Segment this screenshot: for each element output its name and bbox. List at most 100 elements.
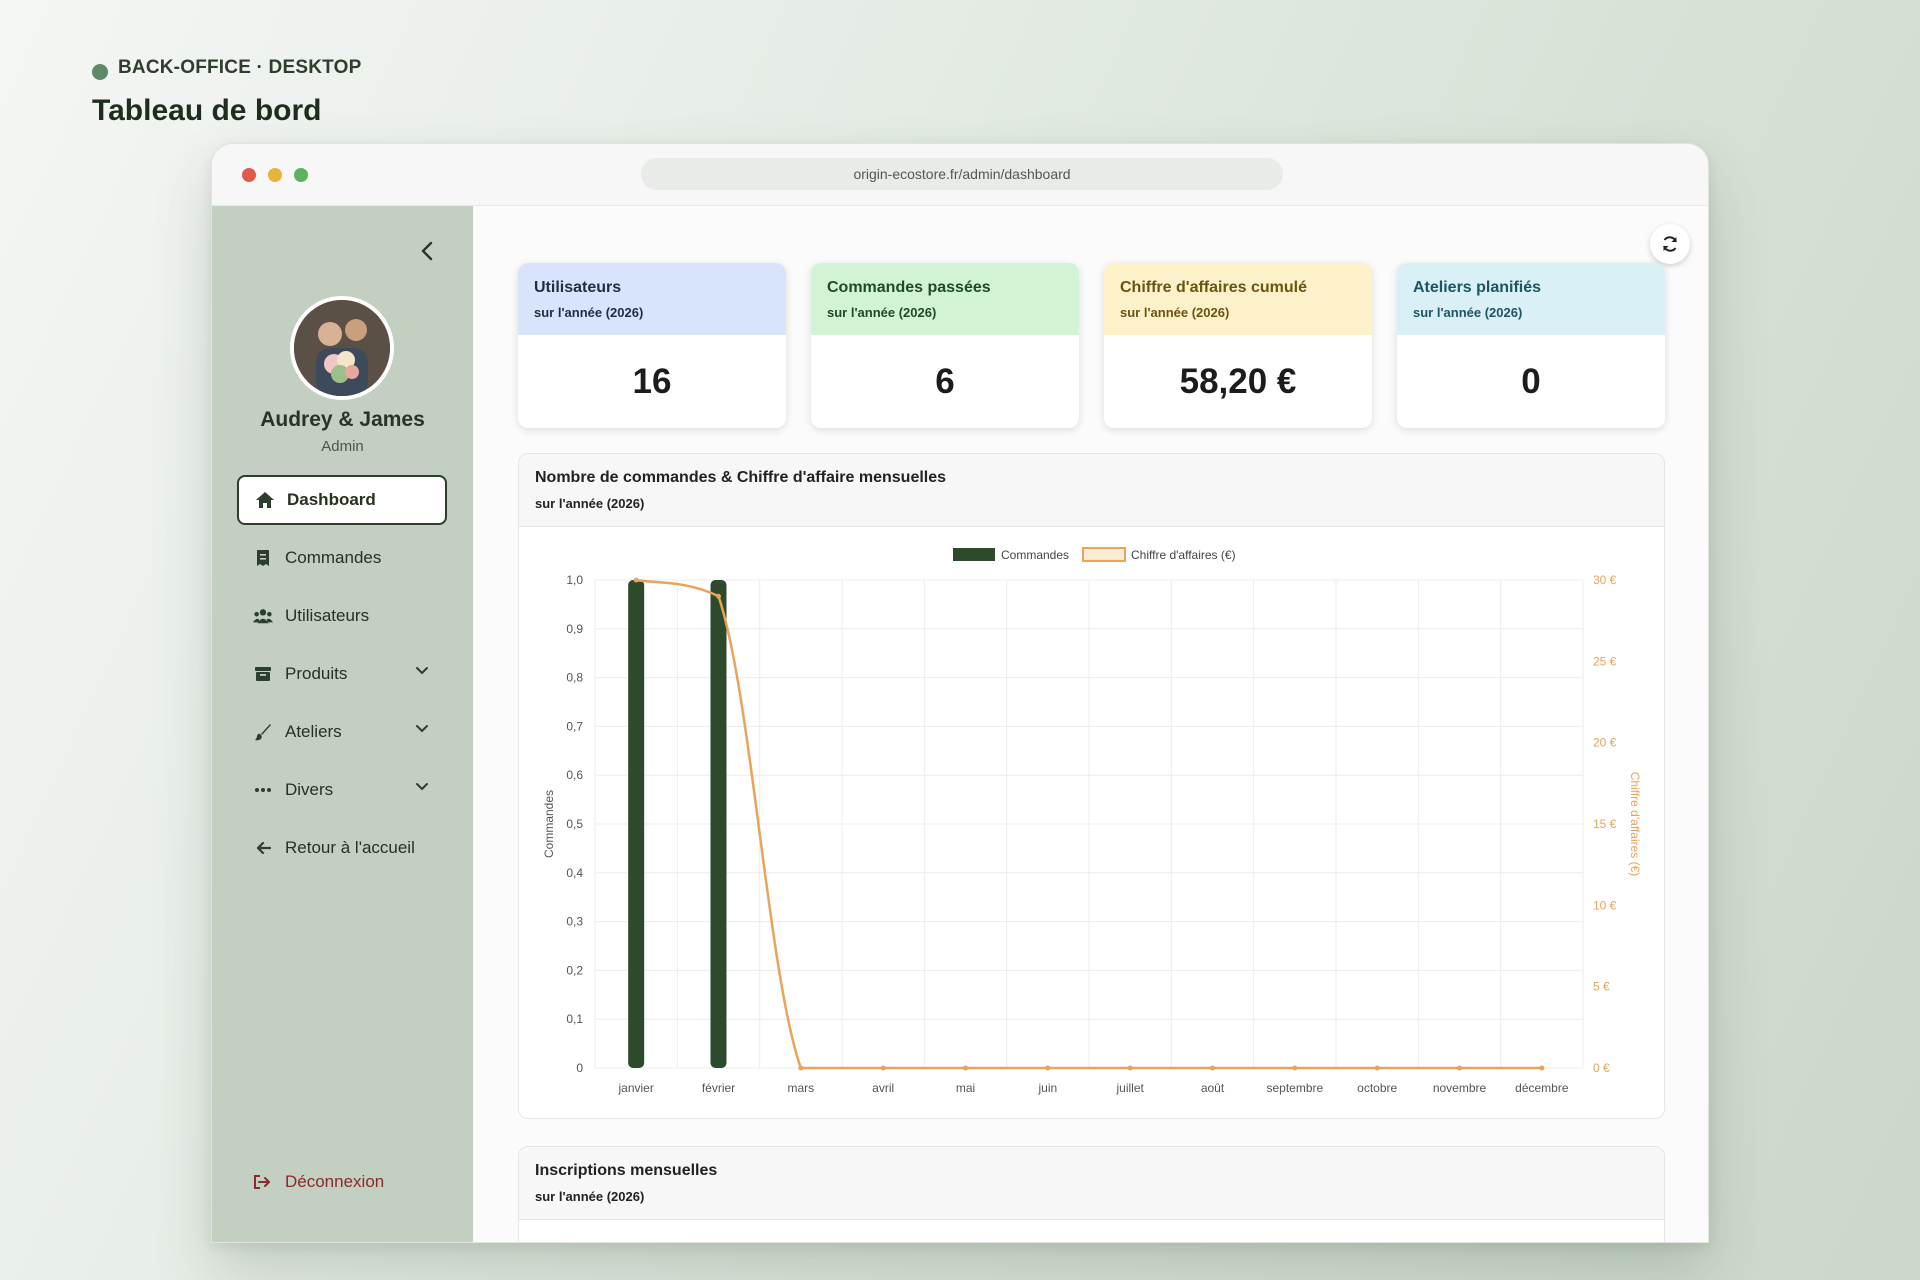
y2-tick-label: 15 €	[1593, 817, 1617, 831]
y-tick-label: 0,3	[566, 915, 583, 929]
user-role: Admin	[321, 438, 364, 455]
line-point	[633, 577, 639, 583]
arrow-left-icon	[253, 838, 273, 858]
x-tick-label: mai	[956, 1081, 975, 1095]
page-header: BACK-OFFICE · DESKTOP Tableau de bord	[92, 56, 361, 128]
stat-card-head: Chiffre d'affaires cumulé sur l'année (2…	[1104, 263, 1372, 335]
sidebar-item-label: Utilisateurs	[285, 606, 370, 625]
y-tick-label: 0,5	[566, 817, 583, 831]
sidebar-item-dashboard[interactable]: Dashboard	[237, 475, 447, 525]
line-point	[1127, 1065, 1133, 1071]
y-tick-label: 1,0	[566, 573, 583, 587]
stat-label: Chiffre d'affaires cumulé	[1120, 279, 1307, 296]
stat-sub: sur l'année (2026)	[1413, 305, 1523, 320]
y2-tick-label: 5 €	[1593, 980, 1610, 994]
sidebar-item-produits[interactable]: Produits	[237, 649, 447, 699]
orders-revenue-chart: 0 0,1 0,2 0,3 0,4 0,5 0,6 0,7 0,8 0,9 1,0 janvier fé…	[542, 547, 1642, 1095]
sidebar: Audrey & James Admin Dashboard Commandes…	[212, 206, 473, 1242]
y2-tick-label: 10 €	[1593, 898, 1617, 912]
line-point	[1045, 1065, 1051, 1071]
receipt-icon	[253, 548, 273, 568]
y-tick-label: 0,7	[566, 719, 583, 733]
y2-tick-label: 20 €	[1593, 736, 1617, 750]
refresh-button[interactable]	[1650, 224, 1690, 264]
y-tick-label: 0,2	[566, 963, 583, 977]
line-point	[1374, 1065, 1380, 1071]
collapse-sidebar-button[interactable]	[412, 236, 442, 266]
chevron-down-icon	[416, 725, 428, 733]
page-title: Tableau de bord	[92, 94, 322, 127]
stat-value: 0	[1521, 361, 1541, 401]
logout-label: Déconnexion	[285, 1172, 385, 1191]
brush-icon	[253, 722, 273, 742]
y-tick-label: 0,6	[566, 768, 583, 782]
refresh-icon	[1663, 236, 1677, 252]
user-name: Audrey & James	[260, 408, 425, 431]
line-point	[1292, 1065, 1298, 1071]
maximize-window-icon[interactable]	[294, 168, 308, 182]
sidebar-item-retour-accueil[interactable]: Retour à l'accueil	[237, 823, 447, 873]
ellipsis-icon	[253, 780, 273, 800]
line-point	[798, 1065, 804, 1071]
sidebar-item-label: Produits	[285, 664, 348, 683]
avatar-photo-icon	[294, 300, 390, 396]
x-tick-label: février	[702, 1081, 735, 1095]
sidebar-item-ateliers[interactable]: Ateliers	[237, 707, 447, 757]
stat-card-ateliers: Ateliers planifiés sur l'année (2026) 0	[1397, 263, 1665, 428]
sidebar-item-label: Dashboard	[287, 490, 376, 509]
x-tick-label: avril	[872, 1081, 894, 1095]
eyebrow-label: BACK-OFFICE · DESKTOP	[118, 57, 362, 78]
logout-button[interactable]: Déconnexion	[253, 1172, 384, 1192]
panel-subtitle: sur l'année (2026)	[535, 1189, 645, 1204]
close-window-icon[interactable]	[242, 168, 256, 182]
x-tick-label: novembre	[1433, 1081, 1487, 1095]
line-point	[1457, 1065, 1462, 1071]
x-tick-label: mars	[787, 1081, 814, 1095]
stat-sub: sur l'année (2026)	[534, 305, 644, 320]
legend-swatch-chiffre-affaires	[1082, 547, 1126, 562]
stat-label: Utilisateurs	[534, 279, 622, 296]
stat-card-utilisateurs: Utilisateurs sur l'année (2026) 16	[518, 263, 786, 428]
y-tick-label: 0,4	[566, 866, 583, 880]
sidebar-item-label: Retour à l'accueil	[285, 838, 415, 857]
sidebar-item-label: Commandes	[285, 548, 382, 567]
address-bar[interactable]: origin-ecostore.fr/admin/dashboard	[641, 158, 1283, 190]
stat-value: 6	[935, 361, 955, 401]
main-content: Utilisateurs sur l'année (2026) 16 Comma…	[473, 206, 1708, 1242]
panel-subtitle: sur l'année (2026)	[535, 496, 645, 511]
box-icon	[253, 664, 273, 684]
y-tick-label: 0	[576, 1061, 583, 1075]
stat-label: Commandes passées	[827, 279, 991, 296]
sidebar-item-divers[interactable]: Divers	[237, 765, 447, 815]
eyebrow: BACK-OFFICE · DESKTOP	[92, 56, 361, 80]
y-tick-label: 0,1	[566, 1012, 583, 1026]
sidebar-item-utilisateurs[interactable]: Utilisateurs	[237, 591, 447, 641]
x-tick-label: juillet	[1115, 1081, 1144, 1095]
sign-out-icon	[253, 1172, 273, 1192]
sidebar-item-commandes[interactable]: Commandes	[237, 533, 447, 583]
y2-tick-label: 25 €	[1593, 654, 1617, 668]
panel-title: Nombre de commandes & Chiffre d'affaire …	[535, 469, 947, 486]
stat-sub: sur l'année (2026)	[1120, 305, 1230, 320]
y-tick-label: 0,9	[566, 622, 583, 636]
line-point	[716, 593, 721, 599]
x-tick-label: septembre	[1266, 1081, 1323, 1095]
home-icon	[255, 490, 275, 510]
sidebar-item-label: Ateliers	[285, 722, 342, 741]
line-point	[880, 1065, 886, 1071]
legend-label-chiffre-affaires: Chiffre d'affaires (€)	[1131, 548, 1236, 562]
x-tick-label: octobre	[1357, 1081, 1397, 1095]
legend-label-commandes: Commandes	[1001, 548, 1069, 562]
stat-value: 16	[632, 361, 672, 401]
users-icon	[253, 606, 273, 626]
minimize-window-icon[interactable]	[268, 168, 282, 182]
bar-commandes	[628, 580, 645, 1068]
y2-axis-label: Chiffre d'affaires (€)	[1628, 772, 1642, 877]
y2-tick-label: 0 €	[1593, 1061, 1610, 1075]
browser-titlebar: origin-ecostore.fr/admin/dashboard	[212, 144, 1708, 206]
chevron-down-icon	[416, 783, 428, 791]
bar-commandes	[710, 580, 727, 1068]
panel-header: Nombre de commandes & Chiffre d'affaire …	[519, 454, 1664, 527]
line-point	[1539, 1065, 1545, 1071]
signups-chart-panel: Inscriptions mensuelles sur l'année (202…	[518, 1146, 1665, 1242]
